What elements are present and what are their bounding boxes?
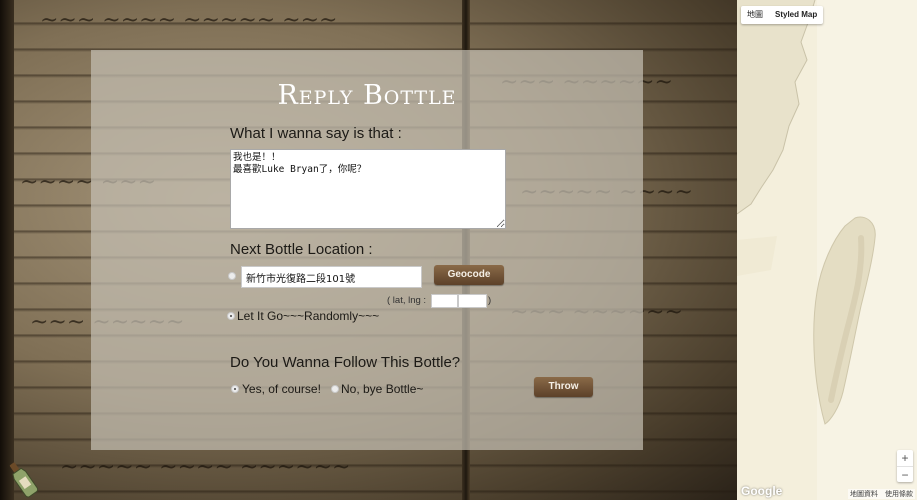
map-panel[interactable]: 地圖 Styled Map + − Google 地圖資料 使用條款 <box>737 0 917 500</box>
random-radio[interactable] <box>227 312 235 320</box>
follow-no-label: No, bye Bottle~ <box>341 382 424 396</box>
map-type-styled[interactable]: Styled Map <box>769 6 823 24</box>
geocode-button[interactable]: Geocode <box>434 265 504 285</box>
location-label: Next Bottle Location : <box>230 241 373 258</box>
reply-form-panel: Reply Bottle What I wanna say is that : … <box>91 50 643 450</box>
address-radio[interactable] <box>228 272 236 280</box>
random-label: Let It Go~~~Randomly~~~ <box>237 309 380 323</box>
latlng-label: ( lat, lng : <box>387 295 427 306</box>
map-attribution[interactable]: 地圖資料 使用條款 <box>848 489 915 499</box>
map-canvas[interactable] <box>737 0 917 500</box>
google-logo: Google <box>741 484 783 498</box>
address-input[interactable] <box>241 266 422 288</box>
lng-input[interactable] <box>458 294 487 308</box>
bottle-icon <box>9 462 39 498</box>
follow-no-radio[interactable] <box>331 385 339 393</box>
zoom-control: + − <box>897 450 913 482</box>
message-textarea[interactable]: 我也是！！ 最喜歡Luke Bryan了，你呢？ <box>230 149 506 229</box>
lat-input[interactable] <box>431 294 458 308</box>
zoom-out-button[interactable]: − <box>897 466 913 482</box>
zoom-in-button[interactable]: + <box>897 450 913 466</box>
follow-yes-radio[interactable] <box>231 385 239 393</box>
latlng-close: ) <box>488 295 492 306</box>
page-title: Reply Bottle <box>277 80 457 111</box>
follow-label: Do You Wanna Follow This Bottle? <box>230 354 461 371</box>
background-scribble: ~~~~~ ~~~~ ~~~~~~ <box>60 455 351 480</box>
map-type-control: 地圖 Styled Map <box>741 6 824 24</box>
message-label: What I wanna say is that : <box>230 125 402 142</box>
background-edge <box>0 0 14 500</box>
follow-yes-label: Yes, of course! <box>242 382 321 396</box>
background-scribble: ~~~ ~~~~ ~~~~~ ~~~ <box>40 8 338 33</box>
throw-button[interactable]: Throw <box>534 377 593 397</box>
map-type-map[interactable]: 地圖 <box>741 6 769 24</box>
